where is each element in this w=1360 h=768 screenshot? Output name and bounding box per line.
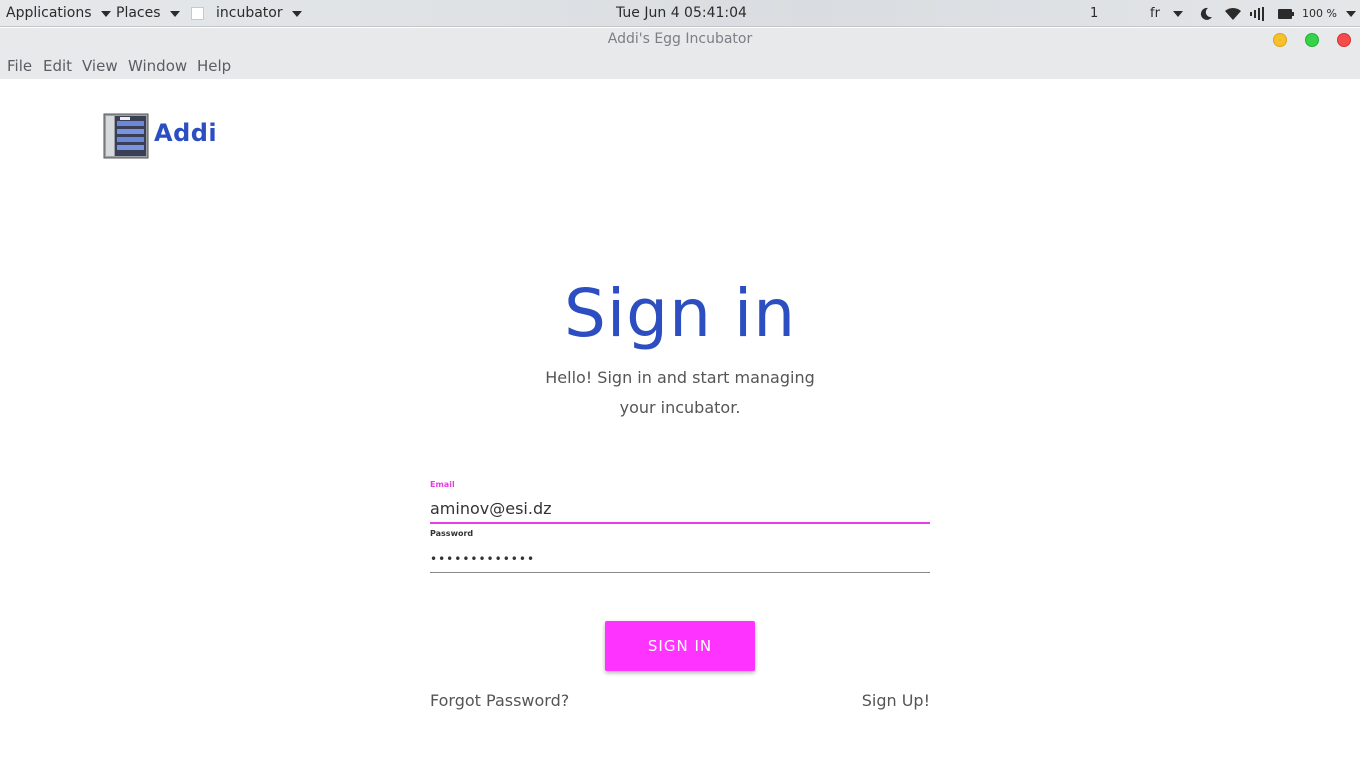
active-app-label: incubator bbox=[216, 5, 283, 21]
menu-window[interactable]: Window bbox=[128, 57, 187, 75]
sign-up-link[interactable]: Sign Up! bbox=[862, 691, 930, 710]
page-title: Sign in bbox=[563, 275, 797, 352]
page-subtitle: Hello! Sign in and start managing your i… bbox=[545, 368, 815, 417]
battery-percentage-label: 100 % bbox=[1302, 7, 1337, 20]
forgot-password-link[interactable]: Forgot Password? bbox=[430, 691, 569, 710]
email-field-label: Email bbox=[430, 480, 455, 489]
clock[interactable]: Tue Jun 4 05:41:04 bbox=[616, 0, 747, 27]
wifi-icon[interactable] bbox=[1224, 0, 1242, 27]
battery-percentage[interactable]: 100 % bbox=[1302, 0, 1356, 27]
menu-help[interactable]: Help bbox=[197, 57, 231, 75]
window-title-bar[interactable]: Addi's Egg Incubator bbox=[0, 28, 1360, 52]
incubator-logo-icon[interactable] bbox=[103, 112, 150, 160]
chevron-down-icon bbox=[1345, 10, 1356, 17]
volume-icon[interactable] bbox=[1250, 0, 1268, 27]
menu-file[interactable]: File bbox=[7, 57, 32, 75]
menu-edit[interactable]: Edit bbox=[43, 57, 72, 75]
keyboard-layout-label: fr bbox=[1150, 6, 1160, 21]
places-menu[interactable]: Places bbox=[116, 0, 180, 27]
minimize-button[interactable] bbox=[1273, 33, 1287, 47]
password-field-label: Password bbox=[430, 529, 474, 538]
password-field[interactable] bbox=[430, 545, 930, 573]
chevron-down-icon bbox=[291, 10, 302, 17]
window-title: Addi's Egg Incubator bbox=[607, 31, 753, 47]
chevron-down-icon bbox=[100, 10, 111, 17]
brand-name[interactable]: Addi bbox=[154, 119, 217, 147]
applications-menu-label: Applications bbox=[6, 5, 92, 21]
sign-in-button[interactable]: SIGN IN bbox=[605, 621, 755, 671]
menu-bar: File Edit View Window Help bbox=[0, 52, 1360, 79]
system-top-panel: Applications Places incubator Tue Jun 4 … bbox=[0, 0, 1360, 27]
workspace-indicator[interactable]: 1 bbox=[1090, 0, 1098, 27]
keyboard-layout-indicator[interactable]: fr bbox=[1150, 0, 1183, 27]
app-content: Addi Sign in Hello! Sign in and start ma… bbox=[0, 79, 1360, 768]
document-icon bbox=[191, 7, 204, 20]
chevron-down-icon bbox=[1172, 10, 1183, 17]
close-button[interactable] bbox=[1337, 33, 1351, 47]
email-field[interactable] bbox=[430, 495, 930, 524]
applications-menu[interactable]: Applications bbox=[6, 0, 111, 27]
battery-icon[interactable] bbox=[1278, 0, 1294, 27]
night-mode-icon[interactable] bbox=[1198, 0, 1214, 27]
active-app-menu[interactable]: incubator bbox=[191, 0, 302, 27]
maximize-button[interactable] bbox=[1305, 33, 1319, 47]
chevron-down-icon bbox=[169, 10, 180, 17]
places-menu-label: Places bbox=[116, 5, 161, 21]
menu-view[interactable]: View bbox=[82, 57, 118, 75]
